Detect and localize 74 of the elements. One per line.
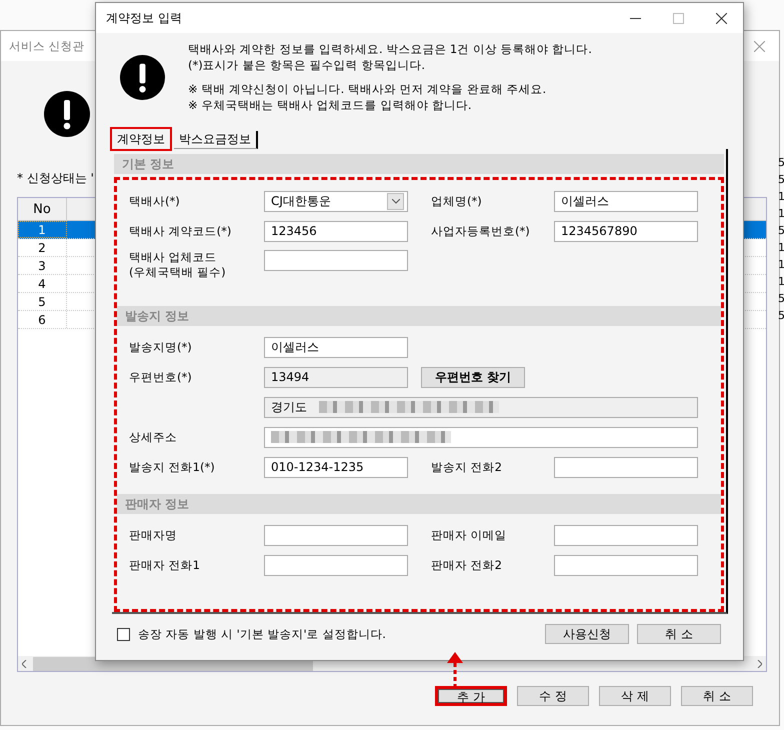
tab[interactable]: 계약정보: [112, 129, 170, 149]
cell-fragment: 5: [778, 155, 784, 171]
field-label: 판매자 전화1: [129, 558, 201, 572]
tab[interactable]: 박스요금정보: [174, 131, 258, 149]
status-note: * 신청상태는 ': [17, 170, 95, 187]
field-label: 발송지 전화2: [431, 460, 503, 474]
field-label: 우편번호(*): [129, 370, 193, 384]
field-label: 사업자등록번호(*): [431, 224, 531, 238]
table-cell: 5: [18, 293, 67, 310]
field-label: 택배사 업체코드 (우체국택배 필수): [129, 250, 227, 280]
action-button[interactable]: 수 정: [517, 686, 589, 706]
field-label: 판매자명: [129, 528, 178, 542]
cell-fragment: 1: [778, 189, 784, 205]
input-field[interactable]: 123456: [264, 220, 408, 242]
cell-fragment: 1: [778, 257, 784, 273]
window-title: 서비스 신청관: [9, 38, 85, 54]
table-cell: 4: [18, 275, 67, 292]
field-label: 판매자 전화2: [431, 558, 503, 572]
window-title: 계약정보 입력: [106, 10, 183, 26]
input-field[interactable]: 010-1234-1235: [264, 456, 408, 478]
action-button[interactable]: 취 소: [681, 686, 753, 706]
warning-icon: [120, 55, 165, 100]
column-header[interactable]: No: [18, 198, 67, 220]
table-cell: 6: [18, 311, 67, 328]
field-label: 업체명(*): [431, 194, 483, 208]
field-label: 택배사 계약코드(*): [129, 224, 232, 238]
warning-icon: [44, 91, 90, 137]
field-label: 발송지 전화1(*): [129, 460, 216, 474]
input-field[interactable]: 이셀러스: [264, 336, 408, 358]
input-field[interactable]: [264, 426, 698, 448]
section-header: 기본 정보: [114, 154, 724, 174]
note-text: ※ 택배 계약신청이 아닙니다. 택배사와 먼저 계약을 완료해 주세요.: [188, 81, 548, 97]
postcode-search-button[interactable]: 우편번호 찾기: [421, 366, 525, 388]
table-cell: 2: [18, 239, 67, 256]
input-field[interactable]: 이셀러스: [554, 190, 698, 212]
action-button[interactable]: 추 가: [435, 686, 507, 706]
cell-fragment: 5: [778, 291, 784, 307]
cell-fragment: 1: [778, 274, 784, 290]
cell-fragment: 5: [778, 308, 784, 324]
cell-fragment: 5: [778, 223, 784, 239]
instruction-text: (*)표시가 붙은 항목은 필수입력 항목입니다.: [188, 57, 426, 73]
checkbox[interactable]: [117, 628, 130, 640]
input-field[interactable]: 13494: [264, 366, 408, 388]
input-field[interactable]: [264, 250, 408, 271]
input-field[interactable]: 경기도: [264, 396, 698, 418]
scroll-right-icon[interactable]: [757, 660, 762, 668]
dialog-button[interactable]: 사용신청: [545, 624, 629, 644]
action-button[interactable]: 삭 제: [599, 686, 671, 706]
note-text: ※ 우체국택배는 택배사 업체코드를 입력해야 합니다.: [188, 97, 473, 113]
scroll-left-icon[interactable]: [22, 660, 27, 668]
dialog-button[interactable]: 취 소: [637, 624, 721, 644]
field-label: 판매자 이메일: [431, 528, 508, 542]
close-icon[interactable]: [716, 12, 727, 24]
input-field[interactable]: [554, 554, 698, 576]
field-label: 발송지명(*): [129, 340, 193, 354]
checkbox-label: 송장 자동 발행 시 '기본 발송지'로 설정합니다.: [138, 626, 387, 642]
maximize-icon[interactable]: [673, 12, 684, 24]
input-field[interactable]: [264, 524, 408, 546]
cell-fragment: 5: [778, 172, 784, 188]
field-label: 택배사(*): [129, 194, 181, 208]
cell-fragment: 1: [778, 206, 784, 222]
input-field[interactable]: [264, 554, 408, 576]
field-label: 상세주소: [129, 430, 178, 444]
table-cell: 3: [18, 257, 67, 274]
dropdown-caret-icon[interactable]: [387, 192, 404, 210]
select-field[interactable]: CJ대한통운: [264, 190, 408, 212]
table-cell: 1: [18, 221, 67, 238]
instruction-text: 택배사와 계약한 정보를 입력하세요. 박스요금은 1건 이상 등록해야 합니다.: [188, 41, 592, 57]
section-header: 발송지 정보: [117, 306, 721, 326]
input-field[interactable]: [554, 456, 698, 478]
section-header: 판매자 정보: [117, 494, 721, 514]
input-field[interactable]: [554, 524, 698, 546]
cell-fragment: 1: [778, 240, 784, 256]
input-field[interactable]: 1234567890: [554, 220, 698, 242]
